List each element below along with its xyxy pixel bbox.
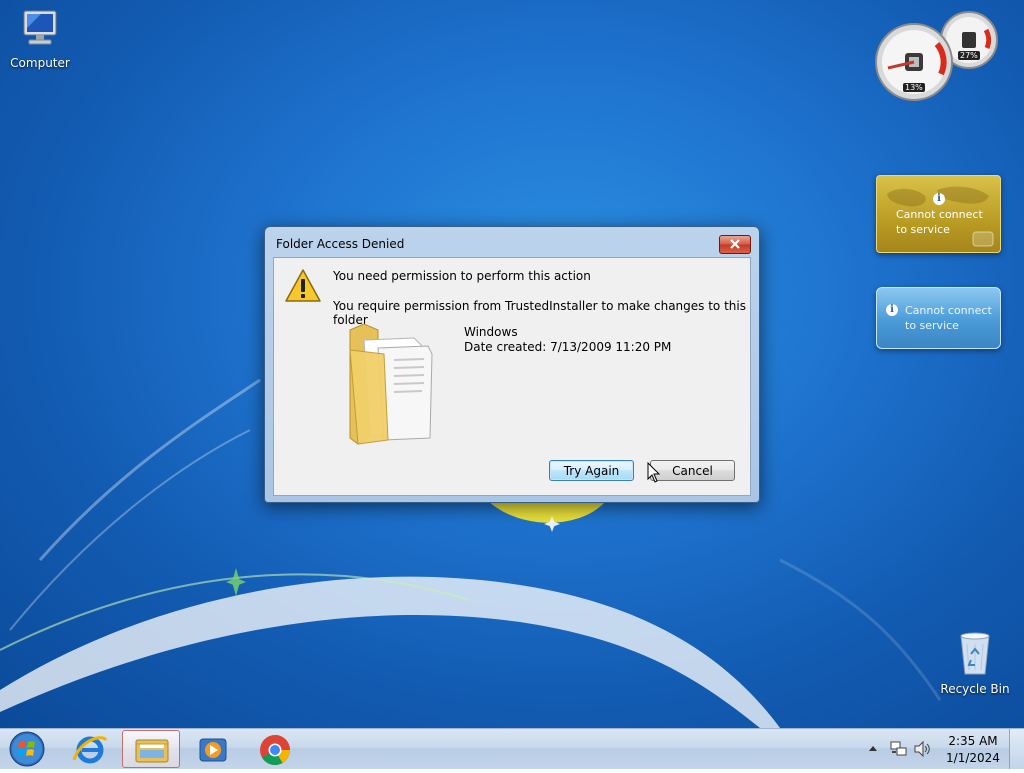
- clock-date[interactable]: 1/1/2024: [942, 751, 1004, 765]
- folder-name: Windows: [464, 325, 518, 339]
- dialog-heading: You need permission to perform this acti…: [333, 269, 591, 283]
- memory-value: 27%: [958, 51, 980, 60]
- warning-icon: [285, 269, 321, 302]
- show-desktop-button[interactable]: [1009, 729, 1024, 769]
- folder-access-denied-dialog[interactable]: Folder Access Denied You need permission…: [264, 226, 760, 503]
- show-hidden-icons-icon[interactable]: [868, 744, 878, 752]
- taskbar-windows-explorer[interactable]: [122, 730, 180, 768]
- folder-date-created: Date created: 7/13/2009 11:20 PM: [464, 340, 672, 354]
- recycle-bin-icon: [960, 632, 990, 675]
- desktop-icon-label: Recycle Bin: [940, 682, 1010, 696]
- network-icon[interactable]: [889, 740, 909, 758]
- start-button[interactable]: [2, 730, 52, 768]
- desktop[interactable]: Computer Recycle Bin 13% 27% i Cannot co…: [0, 0, 1024, 728]
- cpu-meter-gadget[interactable]: 13% 27%: [874, 8, 1000, 102]
- feed-message: Cannot connect to service: [905, 304, 992, 332]
- mouse-cursor-icon: [647, 462, 661, 483]
- weather-message: Cannot connect to service: [896, 208, 983, 236]
- desktop-icon-computer[interactable]: Computer: [0, 8, 80, 70]
- folder-icon: [349, 323, 433, 445]
- computer-icon: [23, 10, 57, 45]
- media-player-icon: [199, 738, 227, 762]
- internet-explorer-icon: [72, 736, 108, 764]
- windows-explorer-icon: [135, 739, 169, 763]
- desktop-icon-recycle-bin[interactable]: Recycle Bin: [935, 630, 1015, 696]
- gauge-icon: [875, 11, 998, 101]
- info-icon: i: [886, 304, 898, 316]
- try-again-button[interactable]: Try Again: [549, 460, 634, 481]
- taskbar-internet-explorer[interactable]: [62, 730, 120, 768]
- weather-gadget[interactable]: i Cannot connect to service: [876, 175, 1001, 253]
- taskbar-chrome[interactable]: [246, 730, 304, 768]
- dialog-title: Folder Access Denied: [276, 237, 405, 251]
- start-orb-icon: [9, 731, 45, 767]
- clock-time[interactable]: 2:35 AM: [942, 734, 1004, 748]
- volume-icon[interactable]: [913, 740, 931, 758]
- chrome-icon: [260, 735, 290, 766]
- dialog-body: You need permission to perform this acti…: [273, 257, 751, 496]
- taskbar: 2:35 AM 1/1/2024: [0, 728, 1024, 769]
- info-icon: i: [933, 193, 945, 205]
- cancel-button[interactable]: Cancel: [650, 460, 735, 481]
- cpu-value: 13%: [903, 83, 925, 92]
- desktop-icon-label: Computer: [10, 56, 70, 70]
- taskbar-media-player[interactable]: [184, 730, 242, 768]
- close-button[interactable]: [719, 235, 751, 254]
- close-icon: [730, 239, 740, 249]
- feed-gadget[interactable]: i Cannot connect to service: [876, 287, 1001, 349]
